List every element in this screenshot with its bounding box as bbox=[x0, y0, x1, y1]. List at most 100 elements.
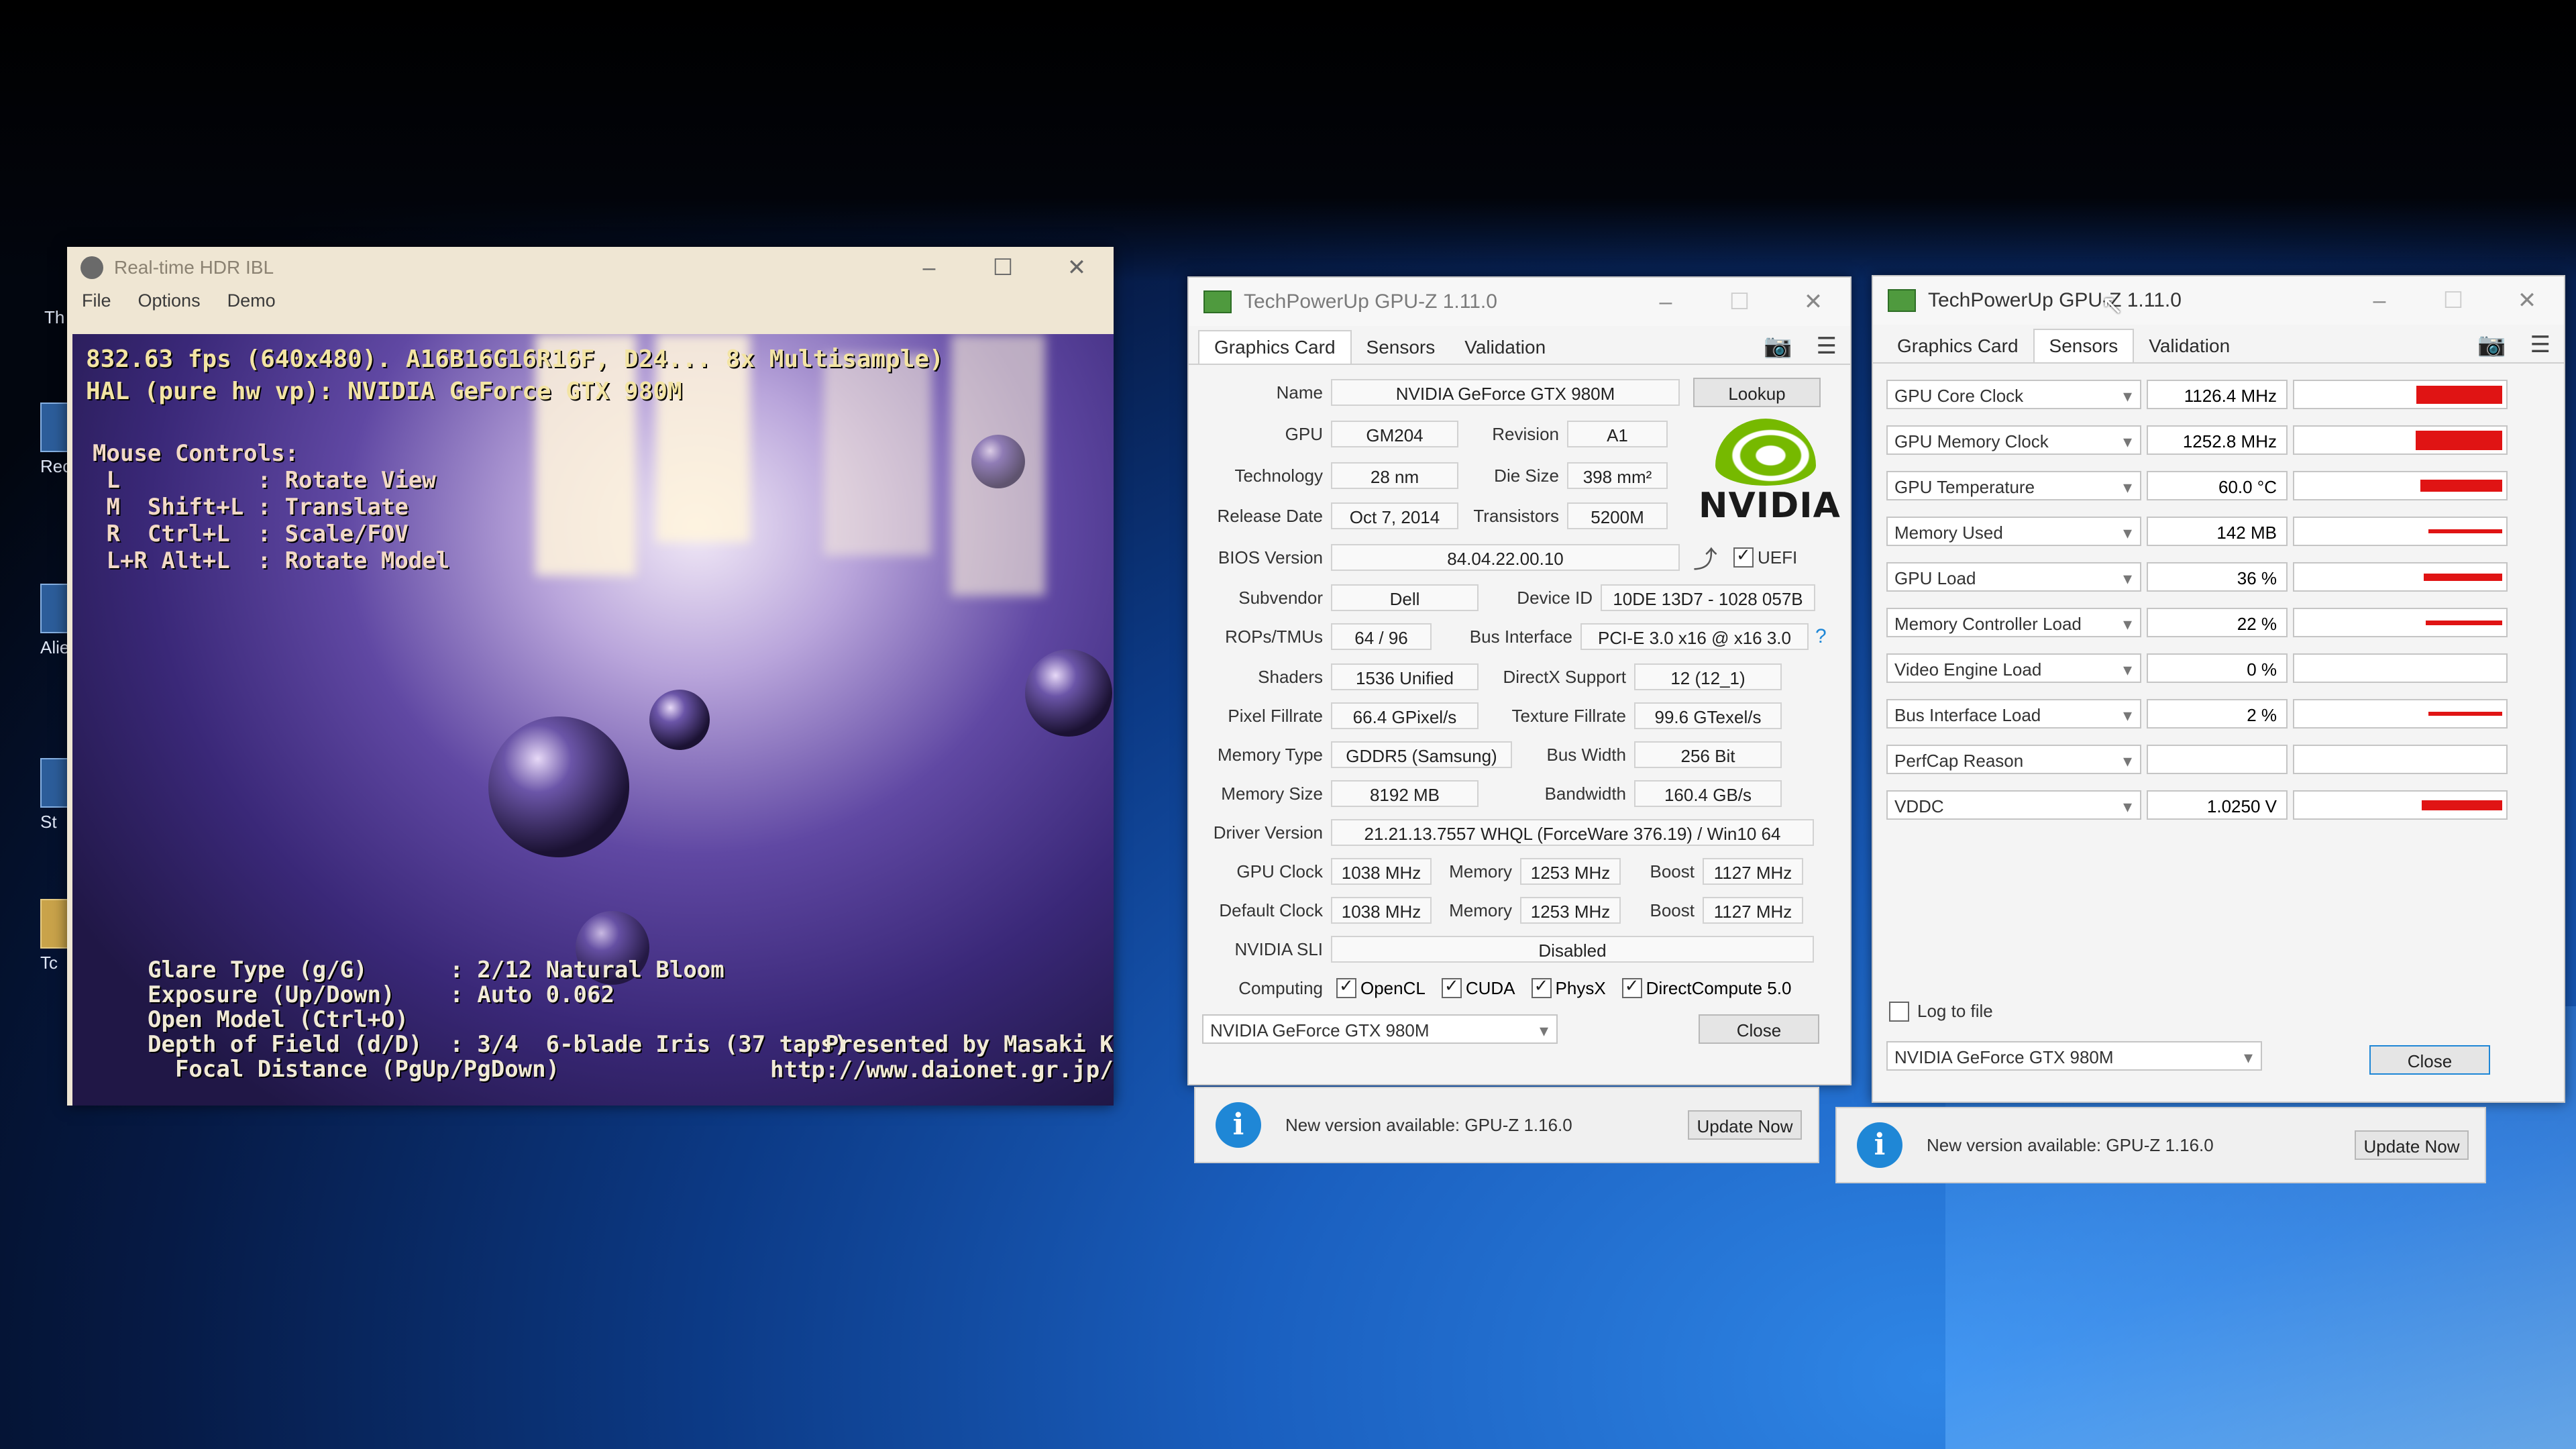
device-select[interactable]: NVIDIA GeForce GTX 980M bbox=[1202, 1014, 1558, 1045]
device-select[interactable]: NVIDIA GeForce GTX 980M bbox=[1886, 1041, 2262, 1072]
camera-icon[interactable]: 📷 bbox=[2477, 331, 2506, 358]
label-memory: Memory bbox=[1449, 900, 1512, 920]
tab-sensors[interactable]: Sensors bbox=[2033, 329, 2135, 362]
sensor-name-dropdown[interactable]: PerfCap Reason bbox=[1886, 745, 2141, 775]
gpuz-toolbar: 📷 ☰ bbox=[1764, 333, 1837, 360]
label-texture-fillrate: Texture Fillrate bbox=[1511, 705, 1627, 726]
close-icon[interactable]: ✕ bbox=[2490, 276, 2564, 325]
lookup-button[interactable]: Lookup bbox=[1693, 378, 1821, 407]
sensor-name-dropdown[interactable]: Memory Used bbox=[1886, 517, 2141, 547]
field-bus-width: 256 Bit bbox=[1634, 741, 1782, 768]
close-button[interactable]: Close bbox=[1699, 1014, 1819, 1044]
sensor-graph-bar bbox=[2420, 480, 2502, 492]
minimize-icon[interactable]: – bbox=[892, 247, 966, 288]
minimize-icon[interactable]: – bbox=[2343, 276, 2416, 325]
tab-graphics-card[interactable]: Graphics Card bbox=[1198, 330, 1352, 364]
tab-validation[interactable]: Validation bbox=[2134, 330, 2245, 362]
label-revision: Revision bbox=[1492, 423, 1559, 444]
directcompute-checkbox[interactable] bbox=[1621, 975, 1642, 998]
close-icon[interactable]: ✕ bbox=[1776, 278, 1850, 326]
cuda-checkbox[interactable] bbox=[1441, 975, 1462, 998]
sensor-value: 0 % bbox=[2147, 653, 2288, 683]
sensor-row: Video Engine Load0 % bbox=[1886, 651, 2508, 686]
tab-sensors[interactable]: Sensors bbox=[1352, 331, 1450, 364]
menu-demo[interactable]: Demo bbox=[227, 290, 276, 311]
label-pixel-fillrate: Pixel Fillrate bbox=[1228, 705, 1323, 726]
sensor-name-dropdown[interactable]: GPU Memory Clock bbox=[1886, 425, 2141, 456]
sensor-name-dropdown[interactable]: GPU Load bbox=[1886, 562, 2141, 593]
update-now-button[interactable]: Update Now bbox=[2355, 1130, 2469, 1160]
sensor-row: GPU Temperature60.0 °C bbox=[1886, 468, 2508, 503]
update-notice-right: i New version available: GPU-Z 1.16.0 Up… bbox=[1835, 1107, 2486, 1183]
tab-validation[interactable]: Validation bbox=[1450, 331, 1560, 364]
sensor-name-dropdown[interactable]: Bus Interface Load bbox=[1886, 699, 2141, 730]
gpuz-toolbar: 📷 ☰ bbox=[2477, 331, 2551, 358]
opencl-checkbox[interactable] bbox=[1336, 975, 1356, 998]
sensor-value: 1126.4 MHz bbox=[2147, 380, 2288, 409]
label-memory-type: Memory Type bbox=[1217, 744, 1323, 765]
tab-graphics-card[interactable]: Graphics Card bbox=[1882, 330, 2033, 362]
hud-fps: 832.63 fps (640x480). A16B16G16R16F, D24… bbox=[86, 345, 944, 405]
sphere bbox=[649, 690, 710, 750]
sensor-row: Memory Controller Load22 % bbox=[1886, 605, 2508, 640]
field-gpu-clock-memory: 1253 MHz bbox=[1520, 858, 1621, 885]
field-transistors: 5200M bbox=[1567, 502, 1668, 529]
minimize-icon[interactable]: – bbox=[1629, 278, 1703, 326]
label-nvidia-sli: NVIDIA SLI bbox=[1234, 938, 1324, 959]
menu-file[interactable]: File bbox=[82, 290, 111, 311]
uefi-checkbox[interactable] bbox=[1733, 545, 1754, 568]
label-shaders: Shaders bbox=[1258, 666, 1323, 687]
hdr-window-controls: – ☐ ✕ bbox=[892, 247, 1114, 288]
camera-icon[interactable]: 📷 bbox=[1764, 333, 1792, 360]
close-button[interactable]: Close bbox=[2369, 1045, 2490, 1075]
menu-icon[interactable]: ☰ bbox=[2530, 331, 2551, 358]
share-icon[interactable]: ⤴ bbox=[1693, 540, 1717, 575]
hdr-menu-bar: File Options Demo bbox=[67, 288, 1114, 313]
sensor-name-dropdown[interactable]: Memory Controller Load bbox=[1886, 608, 2141, 639]
gpuz-logo-icon bbox=[1203, 290, 1232, 313]
field-driver-version: 21.21.13.7557 WHQL (ForceWare 376.19) / … bbox=[1331, 819, 1814, 846]
maximize-icon[interactable]: ☐ bbox=[1703, 278, 1776, 326]
label-gpu-clock: GPU Clock bbox=[1236, 861, 1323, 881]
sensor-name-dropdown[interactable]: GPU Core Clock bbox=[1886, 380, 2141, 411]
render-viewport[interactable]: 832.63 fps (640x480). A16B16G16R16F, D24… bbox=[72, 334, 1114, 1106]
field-memory-type: GDDR5 (Samsung) bbox=[1331, 741, 1512, 768]
field-gpu-clock-boost: 1127 MHz bbox=[1703, 858, 1803, 885]
nvidia-eye-icon bbox=[1715, 419, 1816, 486]
maximize-icon[interactable]: ☐ bbox=[966, 247, 1040, 288]
update-now-button[interactable]: Update Now bbox=[1688, 1110, 1802, 1140]
dark-wall bbox=[0, 0, 2576, 282]
close-icon[interactable]: ✕ bbox=[1040, 247, 1114, 288]
gpuz-logo-icon bbox=[1888, 289, 1916, 312]
gpuz-window-sensors: TechPowerUp GPU-Z 1.11.0 ↖ – ☐ ✕ Graphic… bbox=[1872, 275, 2565, 1103]
sensor-name-dropdown[interactable]: Video Engine Load bbox=[1886, 653, 2141, 684]
label-transistors: Transistors bbox=[1473, 505, 1559, 526]
label-driver-version: Driver Version bbox=[1213, 822, 1323, 843]
sensor-graph bbox=[2293, 425, 2508, 455]
field-default-clock-memory: 1253 MHz bbox=[1520, 897, 1621, 924]
cuda-label: CUDA bbox=[1465, 977, 1515, 998]
menu-options[interactable]: Options bbox=[138, 290, 201, 311]
physx-checkbox[interactable] bbox=[1531, 975, 1552, 998]
field-shaders: 1536 Unified bbox=[1331, 663, 1479, 690]
sensor-name-dropdown[interactable]: GPU Temperature bbox=[1886, 471, 2141, 502]
sensor-value: 22 % bbox=[2147, 608, 2288, 637]
label-bus-interface: Bus Interface bbox=[1469, 626, 1572, 647]
uefi-label: UEFI bbox=[1758, 547, 1798, 568]
sensor-row: Memory Used142 MB bbox=[1886, 514, 2508, 549]
desktop-left-text: Th bbox=[44, 307, 65, 327]
physx-label: PhysX bbox=[1555, 977, 1606, 998]
computing-row: Computing OpenCL CUDA PhysX DirectComput… bbox=[1189, 973, 1791, 1004]
maximize-icon[interactable]: ☐ bbox=[2416, 276, 2490, 325]
sensor-graph-bar bbox=[2416, 430, 2502, 450]
sensor-name-dropdown[interactable]: VDDC bbox=[1886, 790, 2141, 821]
sensor-graph-bar bbox=[2426, 620, 2502, 625]
help-icon[interactable]: ? bbox=[1815, 625, 1827, 648]
menu-icon[interactable]: ☰ bbox=[1817, 333, 1837, 360]
sensor-graph bbox=[2293, 471, 2508, 500]
graphics-card-panel: Name NVIDIA GeForce GTX 980M Lookup GPU … bbox=[1189, 364, 1850, 967]
label-bios: BIOS Version bbox=[1218, 547, 1323, 568]
log-to-file-checkbox[interactable] bbox=[1889, 1001, 1909, 1022]
gpuz-tabs: Graphics Card Sensors Validation 📷 ☰ bbox=[1873, 325, 2564, 364]
sphere bbox=[971, 435, 1025, 488]
